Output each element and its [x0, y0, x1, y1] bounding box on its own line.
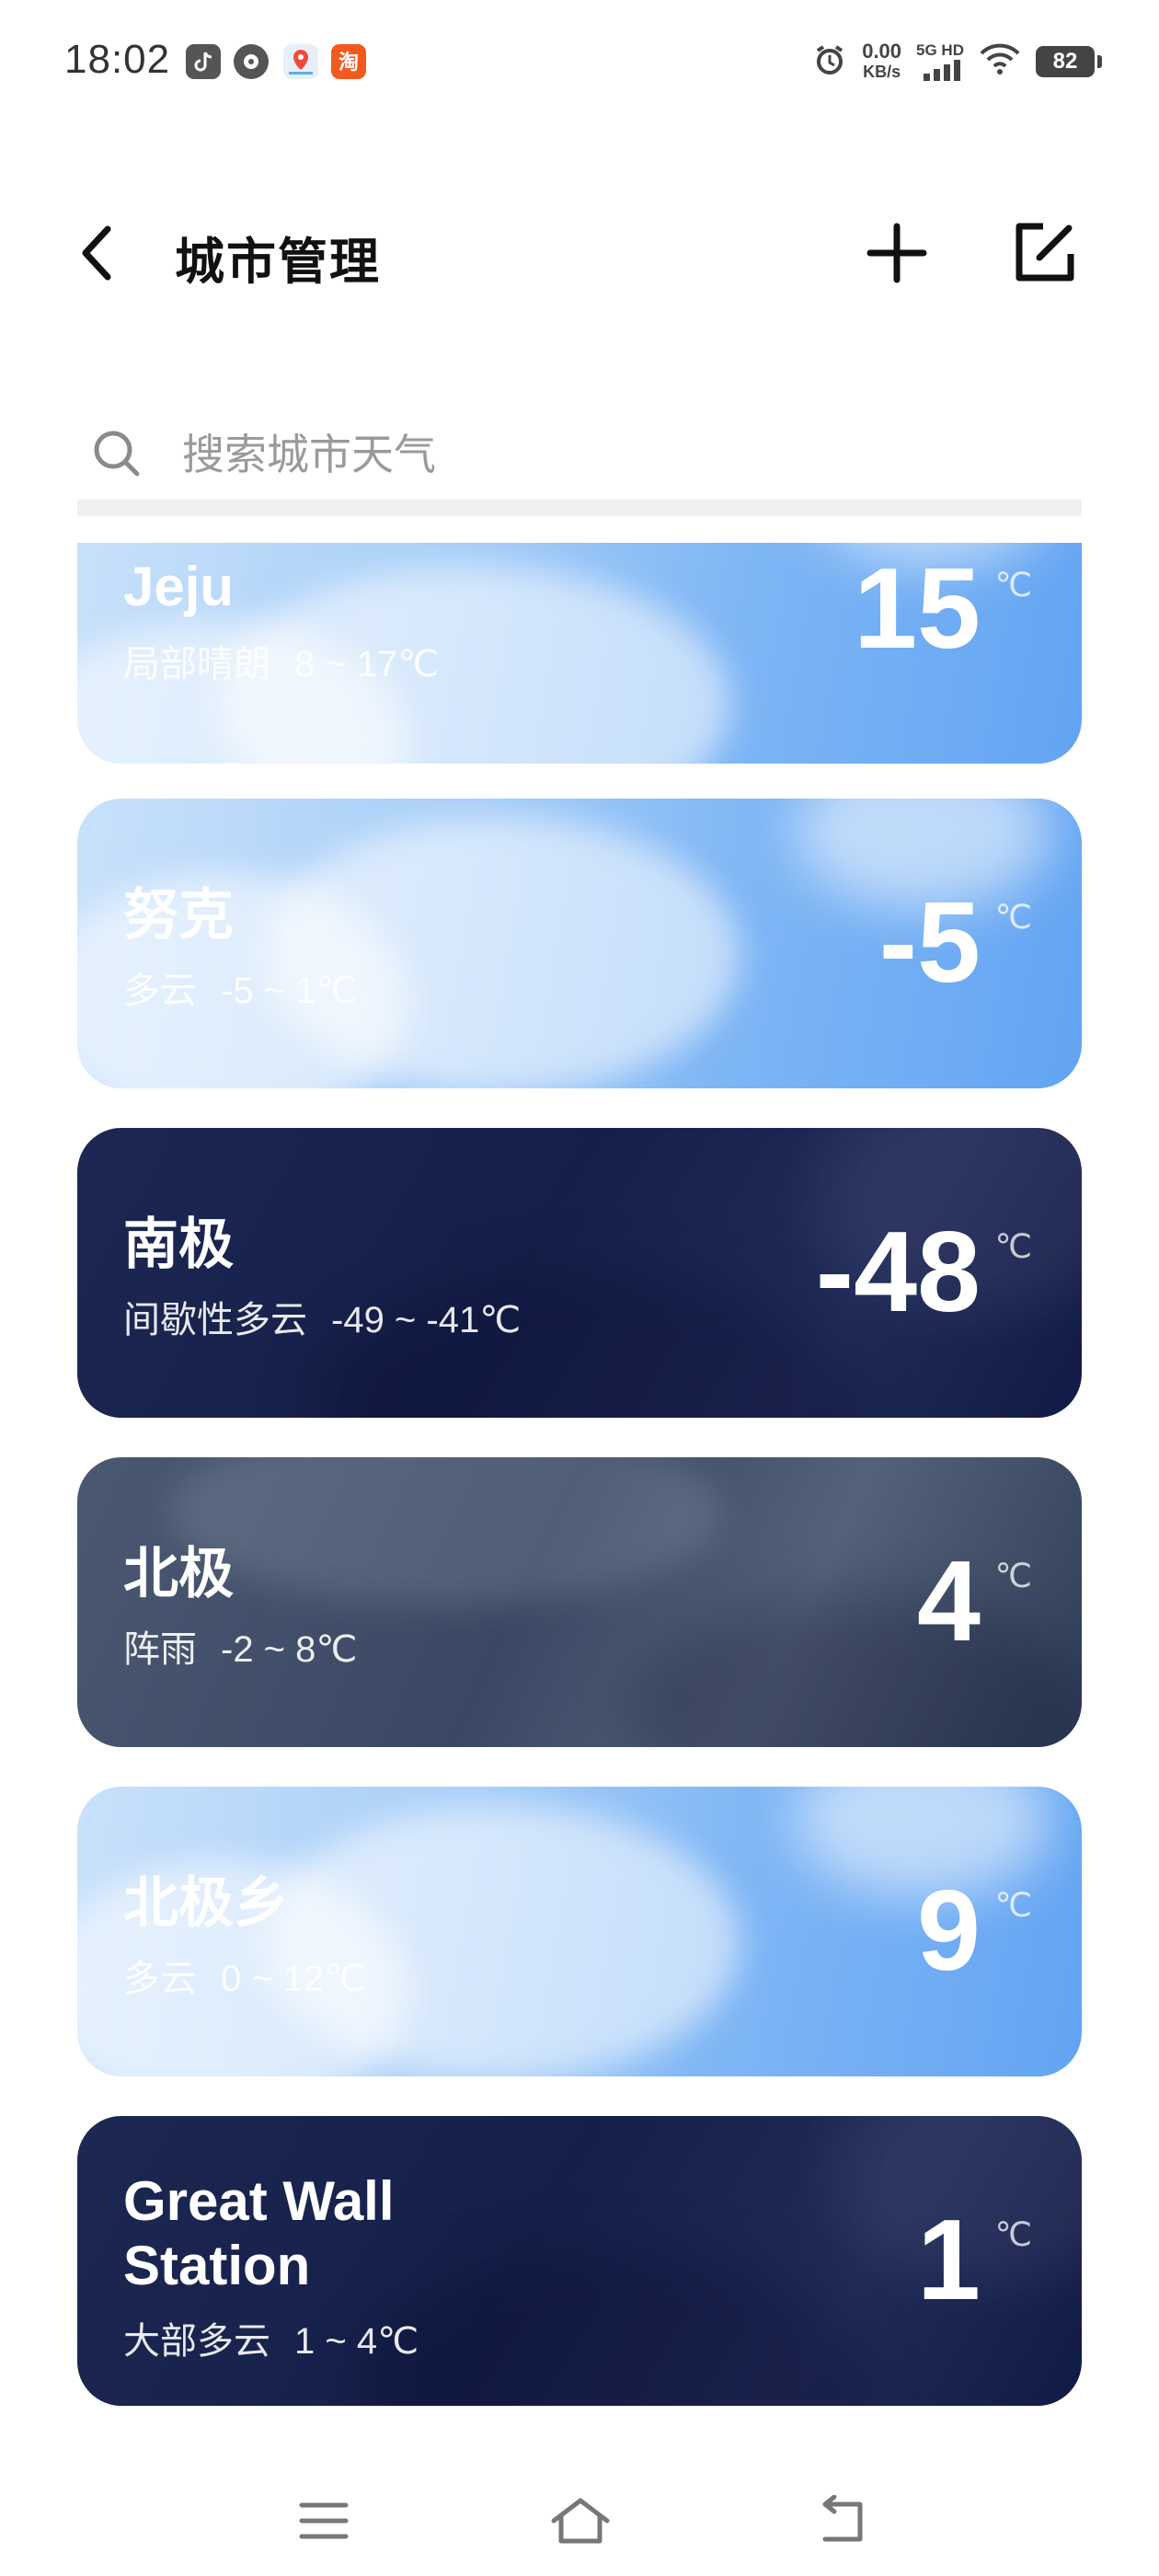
recents-button[interactable]	[287, 2489, 361, 2553]
city-temp-range: -49 ~ -41℃	[331, 1300, 522, 1340]
city-name: 北极乡	[123, 1872, 289, 1934]
city-card[interactable]: Jeju 局部晴朗 8 ~ 17℃ 15 ℃	[77, 543, 1082, 764]
city-condition: 间歇性多云	[123, 1300, 307, 1340]
city-description: 阵雨 -2 ~ 8℃	[123, 1619, 357, 1673]
back-nav-button[interactable]	[805, 2489, 878, 2553]
system-navigation-bar	[0, 2466, 1159, 2576]
city-card[interactable]: 北极乡 多云 0 ~ 12℃ 9 ℃	[77, 1787, 1082, 2076]
maps-app-icon	[283, 44, 318, 79]
city-temp-range: -5 ~ 1℃	[221, 971, 358, 1011]
city-temperature: 9	[917, 1868, 981, 1995]
city-name: Great Wall Station	[123, 2169, 395, 2298]
signal-bars-icon	[924, 60, 960, 81]
city-condition: 阵雨	[123, 1629, 197, 1670]
network-speed-value: 0.00	[862, 40, 902, 63]
city-name-line: Great Wall	[123, 2170, 395, 2232]
network-type: 5G HD	[916, 41, 964, 59]
status-indicators: 0.00 KB/s 5G HD 82	[812, 37, 1102, 86]
status-bar: 18:02 淘 0.00 KB/s 5G HD 82	[0, 0, 1159, 120]
back-arrow-icon	[822, 2495, 863, 2542]
menu-icon	[299, 2502, 349, 2539]
temperature-unit: ℃	[994, 1557, 1032, 1594]
city-description: 多云 0 ~ 12℃	[123, 1949, 365, 2002]
city-temperature: -48	[815, 1209, 981, 1336]
city-temp-range: 0 ~ 12℃	[221, 1959, 366, 1999]
cloud-decoration	[353, 2245, 868, 2406]
tiktok-icon	[186, 44, 221, 79]
city-condition: 局部晴朗	[123, 644, 270, 684]
back-button[interactable]	[64, 216, 129, 290]
network-speed: 0.00 KB/s	[862, 41, 901, 82]
city-temp-range: -2 ~ 8℃	[221, 1629, 358, 1670]
city-name-line: Station	[123, 2235, 311, 2296]
city-temperature: -5	[878, 880, 981, 1006]
temperature-unit: ℃	[994, 898, 1032, 936]
cloud-decoration	[169, 1457, 721, 1604]
city-list[interactable]: Jeju 局部晴朗 8 ~ 17℃ 15 ℃ 努克 多云 -5 ~ 1℃ -5 ℃ …	[77, 543, 1082, 2429]
city-temp-range: 8 ~ 17℃	[294, 644, 440, 684]
city-name: Jeju	[123, 556, 235, 617]
city-description: 多云 -5 ~ 1℃	[123, 960, 357, 1014]
temperature-unit: ℃	[994, 1886, 1032, 1924]
wifi-icon	[979, 42, 1021, 82]
app-header: 城市管理	[0, 193, 1159, 313]
search-input[interactable]	[180, 421, 1012, 488]
city-description: 局部晴朗 8 ~ 17℃	[123, 634, 439, 687]
city-card[interactable]: Great Wall Station 大部多云 1 ~ 4℃ 1 ℃	[77, 2116, 1082, 2406]
city-temperature: 4	[917, 1538, 981, 1665]
edit-icon	[1016, 223, 1074, 282]
taobao-app-icon: 淘	[331, 44, 366, 79]
home-button[interactable]	[544, 2489, 617, 2553]
home-icon	[551, 2498, 610, 2544]
music-app-icon	[234, 44, 269, 79]
city-condition: 多云	[123, 1959, 197, 1999]
city-card[interactable]: 努克 多云 -5 ~ 1℃ -5 ℃	[77, 799, 1082, 1088]
status-time: 18:02	[64, 37, 171, 82]
temperature-unit: ℃	[994, 566, 1032, 604]
network-speed-unit: KB/s	[863, 63, 901, 81]
add-city-button[interactable]	[860, 216, 934, 290]
plus-icon	[866, 223, 927, 283]
city-name: 南极	[123, 1213, 234, 1275]
svg-text:淘: 淘	[339, 51, 359, 75]
city-card[interactable]: 南极 间歇性多云 -49 ~ -41℃ -48 ℃	[77, 1128, 1082, 1418]
cloud-decoration	[629, 1595, 1082, 1747]
page-title: 城市管理	[175, 235, 381, 290]
battery-indicator: 82	[1036, 46, 1102, 77]
city-temperature: 15	[854, 546, 981, 673]
city-card[interactable]: 北极 阵雨 -2 ~ 8℃ 4 ℃	[77, 1457, 1082, 1747]
temperature-unit: ℃	[994, 2215, 1032, 2253]
cellular-signal: 5G HD	[916, 42, 964, 81]
city-name: 北极	[123, 1543, 234, 1604]
city-description: 间歇性多云 -49 ~ -41℃	[123, 1290, 521, 1343]
city-description: 大部多云 1 ~ 4℃	[123, 2311, 419, 2364]
city-search[interactable]	[77, 405, 1082, 506]
temperature-unit: ℃	[994, 1227, 1032, 1265]
city-condition: 多云	[123, 971, 197, 1011]
search-divider	[77, 500, 1082, 516]
city-condition: 大部多云	[123, 2321, 270, 2362]
city-temperature: 1	[917, 2197, 981, 2324]
alarm-icon	[812, 42, 847, 82]
city-name: 努克	[123, 884, 234, 946]
city-temp-range: 1 ~ 4℃	[294, 2321, 419, 2362]
edit-button[interactable]	[1007, 216, 1081, 290]
chevron-left-icon	[82, 225, 111, 281]
search-icon	[94, 431, 140, 477]
